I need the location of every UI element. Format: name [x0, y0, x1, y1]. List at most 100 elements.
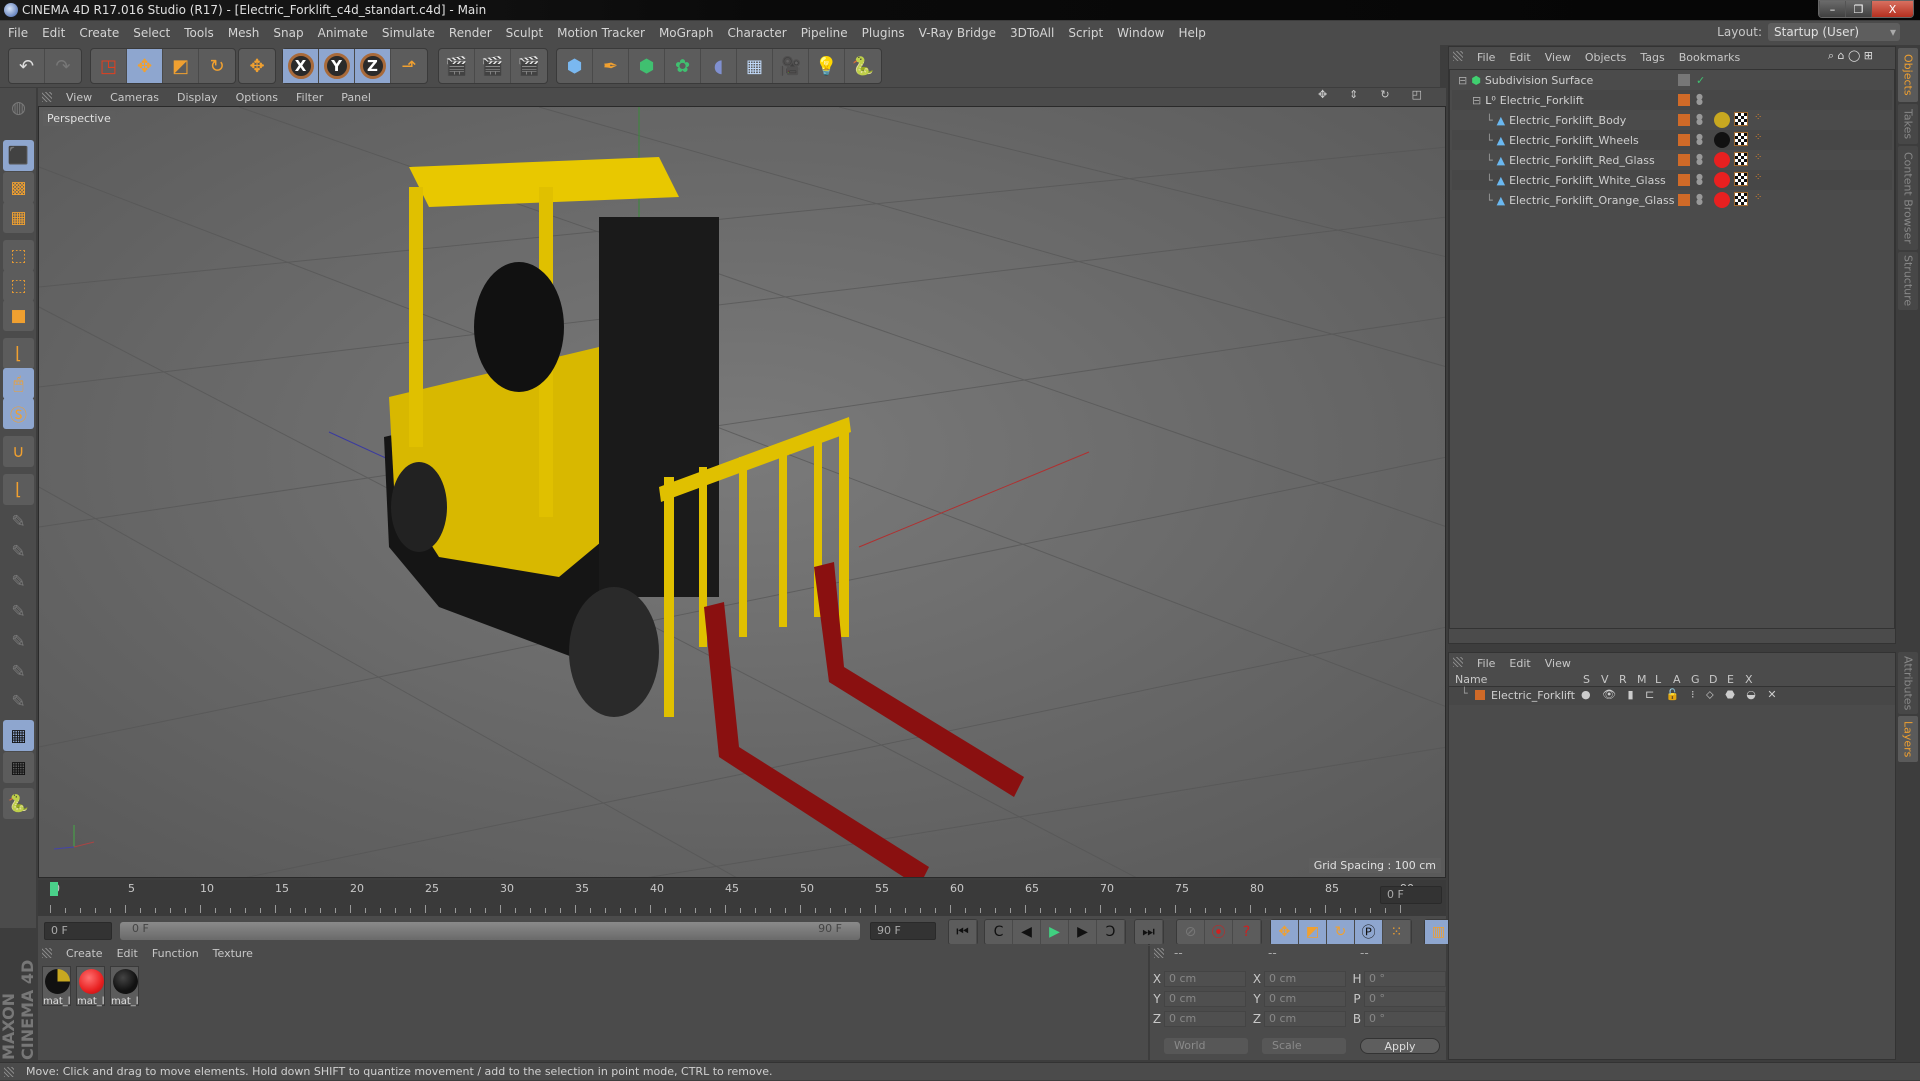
object-row[interactable]: └ ▲ Electric_Forklift_Red_Glass ● ● ⁘ — [1452, 150, 1892, 170]
object-row[interactable]: ⊟ ⬢ Subdivision Surface ✓ — [1452, 70, 1892, 90]
layer-column-header[interactable]: D — [1709, 673, 1717, 686]
collapse-icon[interactable]: ⊟ — [1458, 74, 1467, 87]
menu-character[interactable]: Character — [727, 26, 786, 40]
visibility-dots-icon[interactable]: ● ● — [1696, 153, 1703, 166]
layout-dropdown[interactable]: Startup (User) — [1768, 23, 1900, 41]
previous-key-icon[interactable]: C — [985, 920, 1013, 944]
object-menu-edit[interactable]: Edit — [1509, 51, 1530, 64]
material-menu-function[interactable]: Function — [152, 947, 199, 960]
rotation-h-field[interactable]: 0 ° — [1364, 971, 1446, 987]
texture-mode-icon[interactable]: ▩ — [3, 172, 34, 203]
layer-row[interactable]: └ Electric_Forklift ● 👁 ▮ ⊏ 🔓 ⁝ ⬦ ⬣ ◒ ✕ — [1449, 687, 1895, 705]
viewport-menu-panel[interactable]: Panel — [341, 91, 371, 104]
tab-structure[interactable]: Structure — [1898, 252, 1918, 310]
play-icon[interactable]: ▶ — [1041, 920, 1069, 944]
visibility-dots-icon[interactable]: ● ● — [1696, 93, 1703, 106]
layer-column-header[interactable]: V — [1601, 673, 1609, 686]
end-frame-field[interactable]: 90 F — [870, 922, 936, 940]
object-menu-view[interactable]: View — [1545, 51, 1571, 64]
layer-column-header[interactable]: Name — [1455, 673, 1487, 686]
panel-grip-icon[interactable] — [1453, 51, 1463, 61]
subdivision-icon[interactable]: ⬢ — [629, 49, 665, 83]
tab-content-browser[interactable]: Content Browser — [1898, 146, 1918, 250]
viewport-menu-filter[interactable]: Filter — [296, 91, 323, 104]
scale-icon[interactable]: ◩ — [163, 49, 199, 83]
restore-button[interactable]: ❐ — [1845, 1, 1871, 17]
menu-script[interactable]: Script — [1068, 26, 1103, 40]
tweak-mode-icon[interactable]: 🖱 — [3, 368, 34, 399]
layer-column-header[interactable]: E — [1727, 673, 1734, 686]
layer-menu-file[interactable]: File — [1477, 657, 1495, 670]
panel-grip-icon[interactable] — [42, 948, 52, 958]
menu-simulate[interactable]: Simulate — [382, 26, 435, 40]
live-selection-icon[interactable]: ◳ — [91, 49, 127, 83]
menu-tools[interactable]: Tools — [184, 26, 214, 40]
go-to-start-icon[interactable]: ⏮ — [949, 920, 977, 944]
maximize-view-icon[interactable]: ◰ — [1412, 88, 1422, 101]
layer-column-header[interactable]: L — [1655, 673, 1661, 686]
coordinate-mode-dropdown[interactable]: Scale — [1262, 1038, 1346, 1054]
tab-takes[interactable]: Takes — [1898, 104, 1918, 144]
axis-mode-icon[interactable]: ⌊ — [3, 338, 34, 369]
phong-tag-icon[interactable]: ⁘ — [1754, 112, 1762, 123]
rotate-icon[interactable]: ↻ — [199, 49, 235, 83]
apply-button[interactable]: Apply — [1360, 1038, 1440, 1054]
menu-3dtoall[interactable]: 3DToAll — [1010, 26, 1054, 40]
menu-create[interactable]: Create — [79, 26, 119, 40]
light-icon[interactable]: 💡 — [809, 49, 845, 83]
rotation-p-field[interactable]: 0 ° — [1364, 991, 1446, 1007]
layer-column-header[interactable]: M — [1637, 673, 1647, 686]
pen-spline-icon[interactable]: ✒ — [593, 49, 629, 83]
phong-tag-icon[interactable]: ⁘ — [1754, 152, 1762, 163]
deformer-icon[interactable]: ◖ — [701, 49, 737, 83]
brush-target-icon[interactable]: ✎ — [3, 626, 34, 657]
close-button[interactable]: X — [1871, 1, 1913, 17]
layer-color-swatch[interactable] — [1678, 94, 1690, 106]
material-tag-icon[interactable] — [1714, 112, 1730, 128]
locked-workplane-icon[interactable]: ▦ — [3, 720, 34, 751]
key-rotation-icon[interactable]: ↻ — [1327, 920, 1355, 944]
z-axis-icon[interactable]: Z — [355, 49, 391, 83]
menu-plugins[interactable]: Plugins — [862, 26, 905, 40]
layer-menu-view[interactable]: View — [1545, 657, 1571, 670]
current-frame-field[interactable]: 0 F — [1380, 886, 1442, 904]
menu-pipeline[interactable]: Pipeline — [801, 26, 848, 40]
playhead[interactable] — [50, 882, 58, 896]
uvw-tag-icon[interactable] — [1734, 152, 1748, 166]
collapse-icon[interactable]: ⊟ — [1472, 94, 1481, 107]
menu-render[interactable]: Render — [449, 26, 492, 40]
viewport-menu-options[interactable]: Options — [236, 91, 278, 104]
menu-vray-bridge[interactable]: V-Ray Bridge — [919, 26, 996, 40]
x-axis-icon[interactable]: X — [283, 49, 319, 83]
move-icon[interactable]: ✥ — [127, 49, 163, 83]
floor-icon[interactable]: ▦ — [737, 49, 773, 83]
brush-p-icon[interactable]: ✎ — [3, 536, 34, 567]
points-mode-icon[interactable]: ⬚ — [3, 240, 34, 271]
layer-color-swatch[interactable] — [1475, 690, 1485, 700]
menu-help[interactable]: Help — [1178, 26, 1205, 40]
edges-mode-icon[interactable]: ⬚ — [3, 270, 34, 301]
last-tool-icon[interactable]: ✥ — [239, 49, 275, 83]
layer-color-swatch[interactable] — [1678, 74, 1690, 86]
key-position-icon[interactable]: ✥ — [1271, 920, 1299, 944]
tab-objects[interactable]: Objects — [1898, 48, 1918, 102]
layer-color-swatch[interactable] — [1678, 194, 1690, 206]
pan-view-icon[interactable]: ✥ — [1318, 88, 1327, 101]
next-frame-icon[interactable]: ▶ — [1069, 920, 1097, 944]
key-parameter-icon[interactable]: Ⓟ — [1355, 920, 1383, 944]
object-row[interactable]: ⊟ L⁰ Electric_Forklift ● ● — [1452, 90, 1892, 110]
model-mode-icon[interactable]: ⬛ — [3, 140, 34, 171]
brush-psr-icon[interactable]: ✎ — [3, 596, 34, 627]
panel-grip-icon[interactable] — [1154, 948, 1164, 958]
uvw-tag-icon[interactable] — [1734, 132, 1748, 146]
menu-sculpt[interactable]: Sculpt — [506, 26, 543, 40]
undo-icon[interactable]: ↶ — [9, 49, 45, 83]
size-y-field[interactable]: 0 cm — [1264, 991, 1346, 1007]
material-swatch[interactable]: mat_l — [110, 966, 139, 1007]
menu-animate[interactable]: Animate — [318, 26, 368, 40]
material-tag-icon[interactable] — [1714, 192, 1730, 208]
redo-icon[interactable]: ↷ — [45, 49, 81, 83]
layer-flags-icons[interactable]: ● 👁 ▮ ⊏ 🔓 ⁝ ⬦ ⬣ ◒ ✕ — [1581, 688, 1781, 702]
layer-color-swatch[interactable] — [1678, 114, 1690, 126]
material-swatch[interactable]: mat_l — [42, 966, 71, 1007]
